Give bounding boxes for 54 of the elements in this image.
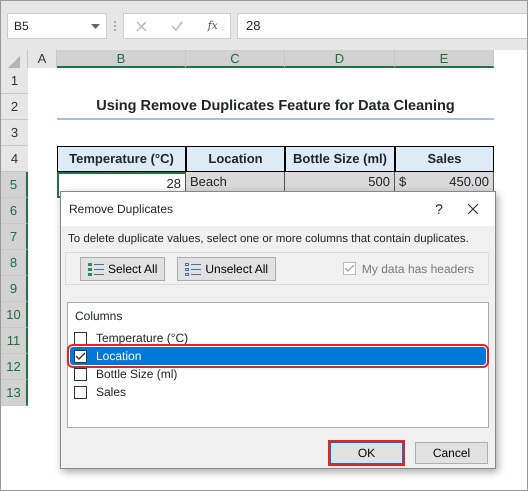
row-header[interactable]: 12 [1,354,28,380]
checkbox[interactable] [74,332,87,345]
more-icon [113,20,117,32]
row-header[interactable]: 2 [1,94,28,120]
list-icon [185,262,202,276]
column-header[interactable]: E [395,50,494,68]
dropdown-caret-icon [91,24,100,28]
table-header-cell: Temperature (°C) [57,146,186,172]
row-header[interactable]: 10 [1,302,28,328]
checkbox[interactable] [74,350,87,363]
column-header[interactable]: A [28,50,57,68]
select-all-button[interactable]: Select All [80,256,166,281]
table-header-cell: Location [186,146,285,172]
item-label: Location [96,348,142,366]
instruction-text: To delete duplicate values, select one or more columns that contain duplicates. [68,232,469,247]
checkbox-label: My data has headers [362,260,474,278]
sales-value: 450.00 [449,173,489,191]
row-header[interactable]: 1 [1,68,28,94]
row-header[interactable]: 9 [1,276,28,302]
row-header[interactable]: 7 [1,224,28,250]
item-label: Sales [96,384,126,402]
formula-field[interactable]: 28 [237,13,527,39]
unselect-all-button[interactable]: Unselect All [177,256,276,281]
row-header[interactable]: 11 [1,328,28,354]
row-header[interactable]: 5 [1,172,28,198]
currency-symbol: $ [399,173,406,191]
row-header[interactable]: 8 [1,250,28,276]
help-button[interactable]: ? [419,198,459,220]
row-header[interactable]: 13 [1,380,28,406]
table-header-cell: Sales [395,146,494,172]
column-header[interactable]: D [285,50,395,68]
list-check-icon [88,262,104,276]
column-header[interactable]: B [57,50,186,68]
list-item[interactable]: Sales [70,383,486,402]
item-label: Bottle Size (ml) [96,366,178,384]
row-header[interactable]: 4 [1,146,28,172]
row-header[interactable]: 3 [1,120,28,146]
enter-check-icon[interactable] [171,21,184,31]
name-box[interactable]: B5 [7,13,107,39]
list-item[interactable]: Bottle Size (ml) [70,365,486,384]
list-item[interactable]: Location [70,347,486,366]
ok-button[interactable]: OK [330,442,403,464]
insert-function-button[interactable]: fx [208,18,218,34]
checkbox[interactable] [74,386,87,399]
close-icon[interactable] [467,203,479,215]
list-heading: Columns [74,308,124,326]
item-label: Temperature (°C) [96,330,188,348]
row-header[interactable]: 6 [1,198,28,224]
table-header-cell: Bottle Size (ml) [285,146,395,172]
dialog-title: Remove Duplicates [69,201,174,218]
cancel-button[interactable]: Cancel [415,442,488,464]
column-header[interactable]: C [186,50,285,68]
list-item[interactable]: Temperature (°C) [70,329,486,348]
checkbox[interactable] [74,368,87,381]
